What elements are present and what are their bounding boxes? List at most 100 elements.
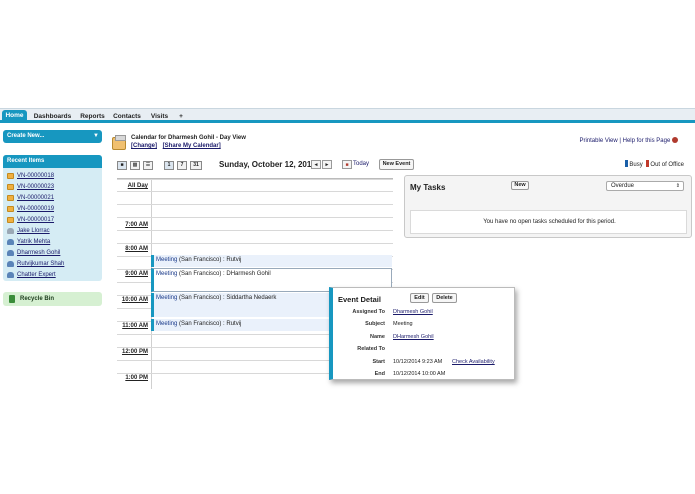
single-user-view-icon[interactable]: ■ <box>117 161 127 170</box>
recent-item-chatter-expert[interactable]: Chatter Expert <box>7 270 56 280</box>
detail-label: Assigned To <box>352 309 385 315</box>
printable-view-link[interactable]: Printable View <box>579 138 617 144</box>
my-tasks-panel: My Tasks New Overdue ⇕ You have no open … <box>404 175 692 238</box>
person-icon <box>7 239 14 245</box>
detail-value: 10/12/2014 10:00 AM <box>393 371 446 377</box>
help-icon[interactable] <box>672 137 678 143</box>
recent-item-jake-llorrac[interactable]: Jake Llorrac <box>7 226 50 236</box>
link-separator: | <box>619 138 621 144</box>
detail-label: Start <box>372 359 385 365</box>
delete-button[interactable]: Delete <box>432 293 457 303</box>
recent-item-label: Rutvijkumar Shah <box>17 261 65 267</box>
detail-row-name: Name DHarmesh Gohil <box>333 334 515 344</box>
recent-item-label: VN-00000017 <box>17 217 55 223</box>
tasks-list: You have no open tasks scheduled for thi… <box>410 210 687 234</box>
recent-item-rutvijkumar-shah[interactable]: Rutvijkumar Shah <box>7 259 64 269</box>
tab-reports[interactable]: Reports <box>78 111 107 123</box>
detail-row-assigned-to: Assigned To Dharmesh Gohil <box>333 309 515 319</box>
my-tasks-title: My Tasks <box>410 183 446 192</box>
event-name: Meeting <box>156 257 178 263</box>
check-availability-link[interactable]: Check Availability <box>452 359 495 365</box>
detail-value: 10/12/2014 9:23 AM <box>393 359 443 365</box>
recent-item-label: VN-00000021 <box>17 195 55 201</box>
recent-item-label: Dharmesh Gohil <box>17 250 61 256</box>
page-title: Calendar for Dharmesh Gohil - Day View <box>131 135 246 141</box>
visit-icon <box>7 173 14 179</box>
recent-item-dharmesh-gohil[interactable]: Dharmesh Gohil <box>7 248 60 258</box>
person-icon <box>7 261 14 267</box>
recent-item-vn-00000021[interactable]: VN-00000021 <box>7 193 54 203</box>
create-new-button[interactable]: Create New... ▼ <box>3 130 102 143</box>
calendar-event[interactable]: Meeting (San Francisco) : Rutvij <box>151 255 392 267</box>
recent-item-vn-00000017[interactable]: VN-00000017 <box>7 215 54 225</box>
create-new-label: Create New... <box>7 133 45 139</box>
event-detail: (San Francisco) : DHarmesh Gohil <box>177 271 271 277</box>
recent-item-label: Chatter Expert <box>17 272 56 278</box>
next-day-button[interactable]: ► <box>322 160 332 169</box>
day-view-button[interactable]: 1 <box>164 161 174 170</box>
assigned-to-link[interactable]: Dharmesh Gohil <box>393 309 433 315</box>
current-date: Sunday, October 12, 2014 <box>219 160 316 169</box>
busy-swatch <box>625 160 629 167</box>
share-calendar-link[interactable]: [Share My Calendar] <box>163 143 221 149</box>
hour-row[interactable]: 8:00 AM <box>117 230 393 252</box>
new-event-button[interactable]: New Event <box>379 159 414 170</box>
hour-row[interactable]: 7:00 AM <box>117 204 393 228</box>
multi-user-view-icon[interactable]: ▩ <box>130 161 140 170</box>
today-link[interactable]: Today <box>353 161 369 167</box>
detail-row-subject: Subject Meeting <box>333 321 515 331</box>
name-link[interactable]: DHarmesh Gohil <box>393 334 434 340</box>
edit-button[interactable]: Edit <box>410 293 429 303</box>
recent-item-label: VN-00000023 <box>17 184 55 190</box>
calendar-icon <box>112 135 126 150</box>
task-filter-select[interactable]: Overdue ⇕ <box>606 181 684 191</box>
recent-item-vn-00000019[interactable]: VN-00000019 <box>7 204 54 214</box>
chevron-updown-icon: ⇕ <box>675 183 680 189</box>
tab-home[interactable]: Home <box>2 110 27 123</box>
tab-dashboards[interactable]: Dashboards <box>30 111 75 123</box>
change-link[interactable]: [Change] <box>131 143 157 149</box>
tab-visits[interactable]: Visits <box>147 111 172 123</box>
no-tasks-message: You have no open tasks scheduled for thi… <box>483 219 616 225</box>
event-detail: (San Francisco) : Rutvij <box>177 257 242 263</box>
chevron-down-icon: ▼ <box>93 133 99 139</box>
detail-label: Name <box>370 334 385 340</box>
person-icon <box>7 272 14 278</box>
prev-day-button[interactable]: ◄ <box>311 160 321 169</box>
visit-icon <box>7 206 14 212</box>
event-name: Meeting <box>156 295 178 301</box>
all-day-row[interactable]: All Day <box>117 179 393 191</box>
person-icon <box>7 228 14 234</box>
all-day-label[interactable]: All Day <box>117 183 148 189</box>
tab-add-plus-icon[interactable]: + <box>175 111 187 123</box>
recent-item-vn-00000018[interactable]: VN-00000018 <box>7 171 54 181</box>
recent-item-label: Yatrik Mehta <box>17 239 51 245</box>
recent-items-title: Recent Items <box>3 155 102 168</box>
recent-items-panel: Recent Items VN-00000018 VN-00000023 VN-… <box>3 155 102 281</box>
out-of-office-swatch <box>646 160 650 167</box>
hour-row[interactable] <box>117 191 393 204</box>
legend-busy: Busy <box>629 162 643 168</box>
event-name: Meeting <box>156 321 178 327</box>
hour-row[interactable] <box>117 217 393 230</box>
recent-item-label: VN-00000018 <box>17 173 55 179</box>
today-calendar-icon[interactable]: ■ <box>342 160 352 169</box>
recent-item-label: Jake Llorrac <box>17 228 50 234</box>
page-root: Home Dashboards Reports Contacts Visits … <box>0 0 695 494</box>
calendar-legend: Busy Out of Office <box>625 160 684 168</box>
event-name: Meeting <box>156 271 178 277</box>
help-link[interactable]: Help for this Page <box>623 138 671 144</box>
tab-contacts[interactable]: Contacts <box>110 111 144 123</box>
list-view-icon[interactable]: ☰ <box>143 161 153 170</box>
detail-row-related-to: Related To <box>333 346 515 356</box>
month-view-button[interactable]: 31 <box>190 161 202 170</box>
recent-item-label: VN-00000019 <box>17 206 55 212</box>
recycle-bin-link[interactable]: Recycle Bin <box>3 292 102 306</box>
detail-row-end: End 10/12/2014 10:00 AM <box>333 371 515 381</box>
recent-item-yatrik-mehta[interactable]: Yatrik Mehta <box>7 237 50 247</box>
new-task-button[interactable]: New <box>511 181 529 190</box>
task-filter-value: Overdue <box>611 183 635 189</box>
recent-item-vn-00000023[interactable]: VN-00000023 <box>7 182 54 192</box>
event-detail: (San Francisco) : Siddartha Nedaerk <box>177 295 277 301</box>
week-view-button[interactable]: 7 <box>177 161 187 170</box>
